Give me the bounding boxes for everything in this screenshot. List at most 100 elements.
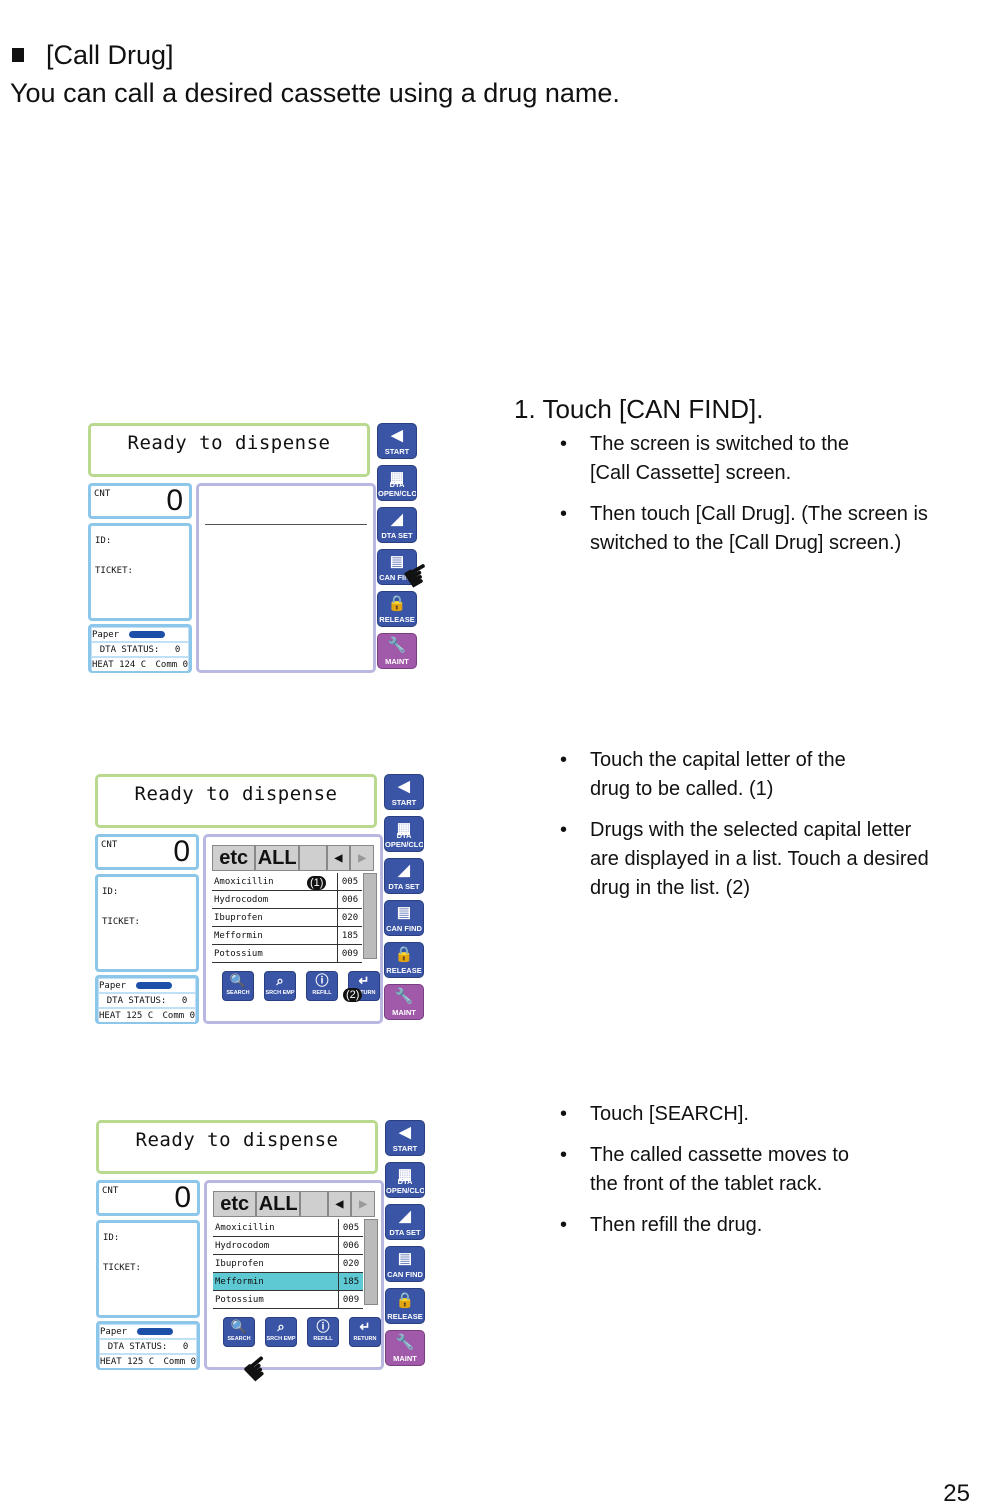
tab-etc[interactable]: etc <box>213 1191 257 1217</box>
wrench-icon: 🔧 <box>395 1334 415 1351</box>
button-label: SEARCH <box>227 1336 251 1342</box>
list-item[interactable]: Hydrocodom 006 <box>212 891 362 909</box>
return-icon: ↵ <box>359 1319 371 1334</box>
cassette-icon: ▤ <box>396 904 412 921</box>
srch-emp-button[interactable]: ⌕ SRCH EMP <box>265 1317 297 1347</box>
button-label: REFILL <box>313 1336 333 1342</box>
return-button[interactable]: ↵ RETURN <box>349 1317 381 1347</box>
button-label: SEARCH <box>226 990 250 996</box>
dta-open-close-button[interactable]: ▦DTA OPEN/CLOSE <box>377 465 417 501</box>
section-heading: [Call Drug] <box>12 38 174 72</box>
dta-status-value: 0 <box>182 1341 189 1352</box>
dta-set-button[interactable]: ◢ DTA SET <box>377 507 417 543</box>
tab-all[interactable]: ALL <box>256 1191 300 1217</box>
search-button[interactable]: 🔍 SEARCH <box>223 1317 255 1347</box>
search-icon: 🔍 <box>229 973 247 988</box>
prev-arrow-icon[interactable]: ◀ <box>326 845 351 871</box>
list-item[interactable]: Ibuprofen 020 <box>213 1255 363 1273</box>
ticket-label: TICKET: <box>102 917 140 927</box>
count-box: CNT 0 <box>88 483 192 519</box>
start-button[interactable]: ◀ START <box>385 1120 425 1156</box>
paper-label: Paper <box>92 629 120 640</box>
maint-button[interactable]: 🔧 MAINT <box>377 633 417 669</box>
maint-button[interactable]: 🔧 MAINT <box>384 984 424 1020</box>
tab-all[interactable]: ALL <box>255 845 299 871</box>
list-item-selected[interactable]: Mefformin 185 <box>213 1273 363 1291</box>
bullet: Then refill the drug. <box>590 1214 763 1236</box>
srch-emp-button[interactable]: ⌕ SRCH EMP <box>264 971 296 1001</box>
paper-label: Paper <box>99 980 127 991</box>
list-scrollbar[interactable] <box>363 873 377 959</box>
prev-arrow-icon[interactable]: ◀ <box>327 1191 352 1217</box>
list-item[interactable]: Ibuprofen 020 <box>212 909 362 927</box>
drug-code: 020 <box>338 909 362 926</box>
side-buttons: ◀START ▦DTA OPEN/CLOSE ◢DTA SET ▤CAN FIN… <box>384 774 428 1026</box>
cnt-label: CNT <box>101 840 118 850</box>
button-label: MAINT <box>392 1008 416 1017</box>
refill-button[interactable]: ⓘ REFILL <box>307 1317 339 1347</box>
drug-list: Amoxicillin 005 Hydrocodom 006 Ibuprofen 02… <box>212 873 362 963</box>
call-drug-panel: etc ALL ◀ ▶ Amoxicillin 005 Hydrocodom 006… <box>204 1180 384 1370</box>
dta-status-label: DTA STATUS: <box>99 644 160 655</box>
list-item[interactable]: Amoxicillin 005 <box>213 1219 363 1237</box>
drug-code: 009 <box>339 1291 363 1308</box>
button-label: RELEASE <box>379 615 415 624</box>
dta-open-close-button[interactable]: ▦DTA OPEN/CLOSE <box>385 1162 425 1198</box>
dta-status-label: DTA STATUS: <box>107 1341 168 1352</box>
wrench-icon: 🔧 <box>394 988 414 1005</box>
bottom-buttons: 🔍 SEARCH ⌕ SRCH EMP ⓘ REFILL ↵ RETURN <box>223 1317 381 1347</box>
start-button[interactable]: ◀ START <box>384 774 424 810</box>
next-arrow-icon[interactable]: ▶ <box>350 845 374 871</box>
button-label: SRCH EMP <box>265 990 295 996</box>
release-button[interactable]: 🔒 RELEASE <box>385 1288 425 1324</box>
start-button[interactable]: ◀ START <box>377 423 417 459</box>
start-arrow-icon: ◀ <box>391 427 403 444</box>
divider <box>205 524 367 525</box>
list-item[interactable]: Potossium 009 <box>213 1291 363 1309</box>
side-buttons: ◀START ▦DTA OPEN/CLOSE ◢DTA SET ▤CAN FIN… <box>377 423 421 675</box>
refill-button[interactable]: ⓘ REFILL <box>306 971 338 1001</box>
device-screen-3: Ready to dispense CNT 0 ID: TICKET: Paper … <box>96 1120 432 1394</box>
tab-etc[interactable]: etc <box>212 845 256 871</box>
dta-open-close-button[interactable]: ▦DTA OPEN/CLOSE <box>384 816 424 852</box>
callout-2: (2) <box>343 988 363 1002</box>
status-message: Ready to dispense <box>96 1120 378 1174</box>
search-button[interactable]: 🔍 SEARCH <box>222 971 254 1001</box>
dta-set-button[interactable]: ◢ DTA SET <box>385 1204 425 1240</box>
ticket-label: TICKET: <box>103 1263 141 1273</box>
drug-name: Ibuprofen <box>212 909 338 926</box>
dta-set-button[interactable]: ◢ DTA SET <box>384 858 424 894</box>
release-button[interactable]: 🔒 RELEASE <box>377 591 417 627</box>
list-item[interactable]: Potossium 009 <box>212 945 362 963</box>
id-box: ID: TICKET: <box>96 1220 200 1318</box>
section-title: [Call Drug] <box>46 40 174 70</box>
drug-code: 009 <box>338 945 362 962</box>
button-label: DTA OPEN/CLOSE <box>385 831 424 849</box>
step-1-title: 1. Touch [CAN FIND]. <box>514 394 764 424</box>
list-item[interactable]: Amoxicillin 005 <box>212 873 362 891</box>
dta-status-value: 0 <box>181 995 188 1006</box>
button-label: REFILL <box>312 990 332 996</box>
drug-code: 006 <box>339 1237 363 1254</box>
drug-name: Mefformin <box>212 927 338 944</box>
list-item[interactable]: Mefformin 185 <box>212 927 362 945</box>
list-item[interactable]: Hydrocodom 006 <box>213 1237 363 1255</box>
comm-value: Comm 0 <box>163 1356 196 1367</box>
next-arrow-icon[interactable]: ▶ <box>351 1191 375 1217</box>
count-box: CNT 0 <box>96 1180 200 1216</box>
paper-level-bar <box>136 982 173 989</box>
ticket-label: TICKET: <box>95 566 133 576</box>
cassette-icon: ▤ <box>397 1250 413 1267</box>
can-find-button[interactable]: ▤ CAN FIND <box>384 900 424 936</box>
release-button[interactable]: 🔒 RELEASE <box>384 942 424 978</box>
cnt-value: 0 <box>166 484 183 517</box>
search-icon: 🔍 <box>230 1319 248 1334</box>
side-buttons: ◀START ▦DTA OPEN/CLOSE ◢DTA SET ▤CAN FIN… <box>385 1120 429 1372</box>
bullet: Drugs with the selected capital letter a… <box>590 819 929 899</box>
drug-name: Potossium <box>212 945 338 962</box>
pill-icon: ◢ <box>398 862 410 879</box>
list-scrollbar[interactable] <box>364 1219 378 1305</box>
maint-button[interactable]: 🔧 MAINT <box>385 1330 425 1366</box>
can-find-button[interactable]: ▤ CAN FIND <box>385 1246 425 1282</box>
button-label: DTA OPEN/CLOSE <box>386 1177 425 1195</box>
